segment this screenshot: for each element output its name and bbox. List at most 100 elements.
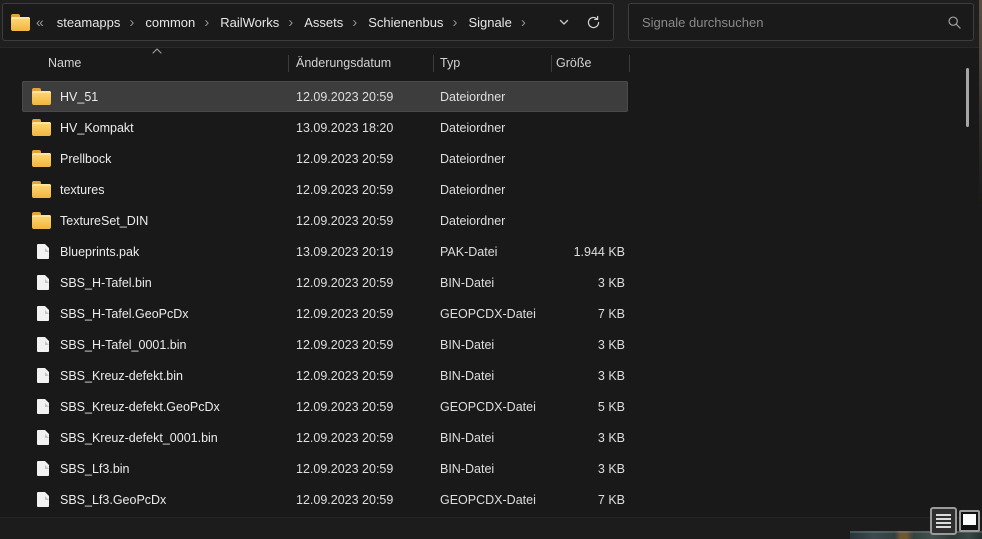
file-modified-date: 12.09.2023 20:59: [296, 152, 440, 166]
file-modified-date: 13.09.2023 20:19: [296, 245, 440, 259]
file-modified-date: 12.09.2023 20:59: [296, 462, 440, 476]
file-row[interactable]: TextureSet_DIN 12.09.2023 20:59 Dateiord…: [22, 205, 628, 236]
file-type: GEOPCDX-Datei: [440, 400, 559, 414]
address-bar-actions: [558, 15, 605, 30]
background-peek-strip: [850, 531, 982, 539]
breadcrumb-overflow-icon[interactable]: «: [34, 14, 47, 30]
vertical-scrollbar-thumb[interactable]: [966, 68, 969, 127]
breadcrumb-item[interactable]: Schienenbus: [362, 12, 449, 33]
file-icon: [37, 244, 49, 259]
file-size: 3 KB: [559, 338, 628, 352]
file-type: PAK-Datei: [440, 245, 559, 259]
column-header-size[interactable]: Größe: [556, 56, 591, 70]
folder-icon: [32, 153, 51, 167]
file-type: BIN-Datei: [440, 276, 559, 290]
breadcrumb-chevron-icon[interactable]: ›: [201, 14, 212, 31]
file-row[interactable]: SBS_H-Tafel.GeoPcDx 12.09.2023 20:59 GEO…: [22, 298, 628, 329]
folder-icon: [32, 215, 51, 229]
file-type: Dateiordner: [440, 183, 559, 197]
file-row[interactable]: Blueprints.pak 13.09.2023 20:19 PAK-Date…: [22, 236, 628, 267]
column-header-type[interactable]: Typ: [440, 56, 460, 70]
file-name: TextureSet_DIN: [60, 214, 296, 228]
chevron-down-icon[interactable]: [558, 16, 570, 28]
file-name: SBS_Kreuz-defekt_0001.bin: [60, 431, 296, 445]
breadcrumb: steamapps› common› RailWorks› Assets› Sc…: [51, 15, 529, 30]
file-name: HV_51: [60, 90, 296, 104]
column-divider[interactable]: [288, 55, 289, 72]
folder-icon: [32, 91, 51, 105]
file-size: 7 KB: [559, 307, 628, 321]
file-size: 3 KB: [559, 431, 628, 445]
file-name: textures: [60, 183, 296, 197]
file-type: Dateiordner: [440, 121, 559, 135]
file-type: GEOPCDX-Datei: [440, 307, 559, 321]
breadcrumb-item[interactable]: steamapps: [51, 12, 127, 33]
search-input[interactable]: [640, 14, 947, 31]
file-name: SBS_Lf3.bin: [60, 462, 296, 476]
file-name: SBS_Lf3.GeoPcDx: [60, 493, 296, 507]
file-icon: [37, 306, 49, 321]
file-name: SBS_Kreuz-defekt.GeoPcDx: [60, 400, 296, 414]
breadcrumb-chevron-icon[interactable]: ›: [518, 14, 529, 31]
file-modified-date: 13.09.2023 18:20: [296, 121, 440, 135]
file-name: SBS_H-Tafel_0001.bin: [60, 338, 296, 352]
file-row[interactable]: SBS_H-Tafel_0001.bin 12.09.2023 20:59 BI…: [22, 329, 628, 360]
file-row[interactable]: HV_51 12.09.2023 20:59 Dateiordner: [22, 81, 628, 112]
breadcrumb-chevron-icon[interactable]: ›: [349, 14, 360, 31]
breadcrumb-item[interactable]: Assets: [298, 12, 349, 33]
file-type: BIN-Datei: [440, 431, 559, 445]
file-modified-date: 12.09.2023 20:59: [296, 90, 440, 104]
file-row[interactable]: HV_Kompakt 13.09.2023 18:20 Dateiordner: [22, 112, 628, 143]
file-size: 5 KB: [559, 400, 628, 414]
breadcrumb-item[interactable]: Signale: [462, 12, 517, 33]
column-divider[interactable]: [629, 55, 630, 72]
file-type: BIN-Datei: [440, 462, 559, 476]
file-icon: [37, 337, 49, 352]
file-name: SBS_H-Tafel.bin: [60, 276, 296, 290]
column-header-name[interactable]: Name: [48, 56, 81, 70]
column-header-modified[interactable]: Änderungsdatum: [296, 56, 391, 70]
status-bar: [0, 517, 982, 539]
file-size: 7 KB: [559, 493, 628, 507]
breadcrumb-item[interactable]: RailWorks: [214, 12, 285, 33]
file-row[interactable]: SBS_Lf3.bin 12.09.2023 20:59 BIN-Datei 3…: [22, 453, 628, 484]
file-row[interactable]: textures 12.09.2023 20:59 Dateiordner: [22, 174, 628, 205]
file-row[interactable]: SBS_Kreuz-defekt.GeoPcDx 12.09.2023 20:5…: [22, 391, 628, 422]
file-modified-date: 12.09.2023 20:59: [296, 400, 440, 414]
file-modified-date: 12.09.2023 20:59: [296, 214, 440, 228]
file-size: 1.944 KB: [559, 245, 628, 259]
breadcrumb-item[interactable]: common: [139, 12, 201, 33]
column-divider[interactable]: [551, 55, 552, 72]
file-name: SBS_H-Tafel.GeoPcDx: [60, 307, 296, 321]
file-row[interactable]: SBS_Kreuz-defekt_0001.bin 12.09.2023 20:…: [22, 422, 628, 453]
file-row[interactable]: Prellbock 12.09.2023 20:59 Dateiordner: [22, 143, 628, 174]
column-header-row: Name Änderungsdatum Typ Größe: [22, 50, 634, 78]
file-name: Prellbock: [60, 152, 296, 166]
address-bar[interactable]: « steamapps› common› RailWorks› Assets› …: [2, 3, 614, 41]
file-size: 3 KB: [559, 276, 628, 290]
file-modified-date: 12.09.2023 20:59: [296, 307, 440, 321]
file-row[interactable]: SBS_H-Tafel.bin 12.09.2023 20:59 BIN-Dat…: [22, 267, 628, 298]
file-type: Dateiordner: [440, 214, 559, 228]
file-type: BIN-Datei: [440, 369, 559, 383]
file-size: 3 KB: [559, 369, 628, 383]
file-icon: [37, 461, 49, 476]
file-row[interactable]: SBS_Lf3.GeoPcDx 12.09.2023 20:59 GEOPCDX…: [22, 484, 628, 515]
details-view-icon: [936, 514, 951, 516]
breadcrumb-chevron-icon[interactable]: ›: [449, 14, 460, 31]
file-row[interactable]: SBS_Kreuz-defekt.bin 12.09.2023 20:59 BI…: [22, 360, 628, 391]
column-divider[interactable]: [433, 55, 434, 72]
search-icon[interactable]: [947, 15, 962, 30]
file-name: Blueprints.pak: [60, 245, 296, 259]
file-modified-date: 12.09.2023 20:59: [296, 369, 440, 383]
search-box: [628, 3, 974, 41]
file-modified-date: 12.09.2023 20:59: [296, 431, 440, 445]
breadcrumb-chevron-icon[interactable]: ›: [126, 14, 137, 31]
toolbar: « steamapps› common› RailWorks› Assets› …: [0, 0, 982, 48]
large-icons-view-button[interactable]: [959, 510, 980, 532]
breadcrumb-chevron-icon[interactable]: ›: [285, 14, 296, 31]
file-icon: [37, 275, 49, 290]
refresh-icon[interactable]: [586, 15, 601, 30]
details-view-button[interactable]: [930, 507, 957, 535]
file-list: HV_51 12.09.2023 20:59 Dateiordner HV_Ko…: [22, 81, 628, 515]
